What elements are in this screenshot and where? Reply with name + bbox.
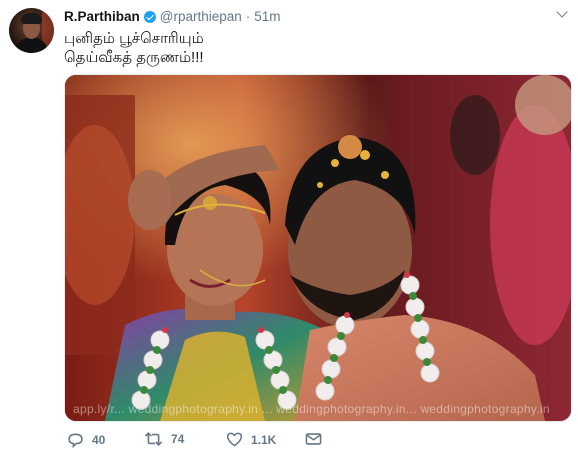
reply-icon [67, 432, 84, 448]
like-count: 1.1K [251, 432, 277, 447]
more-options-button[interactable] [552, 5, 572, 23]
tweet-timestamp[interactable]: 51m [254, 9, 280, 24]
direct-message-icon [305, 432, 322, 446]
author-name[interactable]: R.Parthiban [64, 9, 140, 24]
author-handle[interactable]: @rparthiepan [160, 9, 242, 24]
tweet-photo[interactable]: app.ly/r... weddingphotography.in ... we… [64, 74, 572, 422]
reply-button[interactable]: 40 [67, 432, 105, 448]
wedding-photo-illustration [65, 75, 571, 421]
chevron-down-icon [556, 6, 568, 18]
avatar-hair [21, 13, 42, 24]
avatar[interactable] [9, 8, 54, 53]
retweet-button[interactable]: 74 [144, 432, 184, 446]
verified-icon [143, 10, 156, 23]
retweet-count: 74 [171, 432, 185, 446]
retweet-icon [144, 432, 163, 446]
tweet-text-line-2: தெய்வீகத் தருணம்!!! [64, 49, 204, 66]
direct-message-button[interactable] [305, 432, 322, 446]
tweet-header: R.Parthiban @rparthiepan · 51m [64, 9, 281, 24]
tweet-text-line-1: புனிதம் பூச்சொரியும் [64, 30, 204, 47]
reply-count: 40 [92, 433, 106, 447]
photo-watermark: app.ly/r... weddingphotography.in ... we… [73, 402, 550, 416]
tweet: R.Parthiban @rparthiepan · 51m புனிதம் ப… [0, 0, 578, 461]
like-button[interactable]: 1.1K [226, 432, 276, 447]
heart-icon [226, 432, 243, 447]
separator-dot: · [245, 9, 251, 24]
tweet-text: புனிதம் பூச்சொரியும் தெய்வீகத் தருணம்!!! [64, 29, 204, 67]
